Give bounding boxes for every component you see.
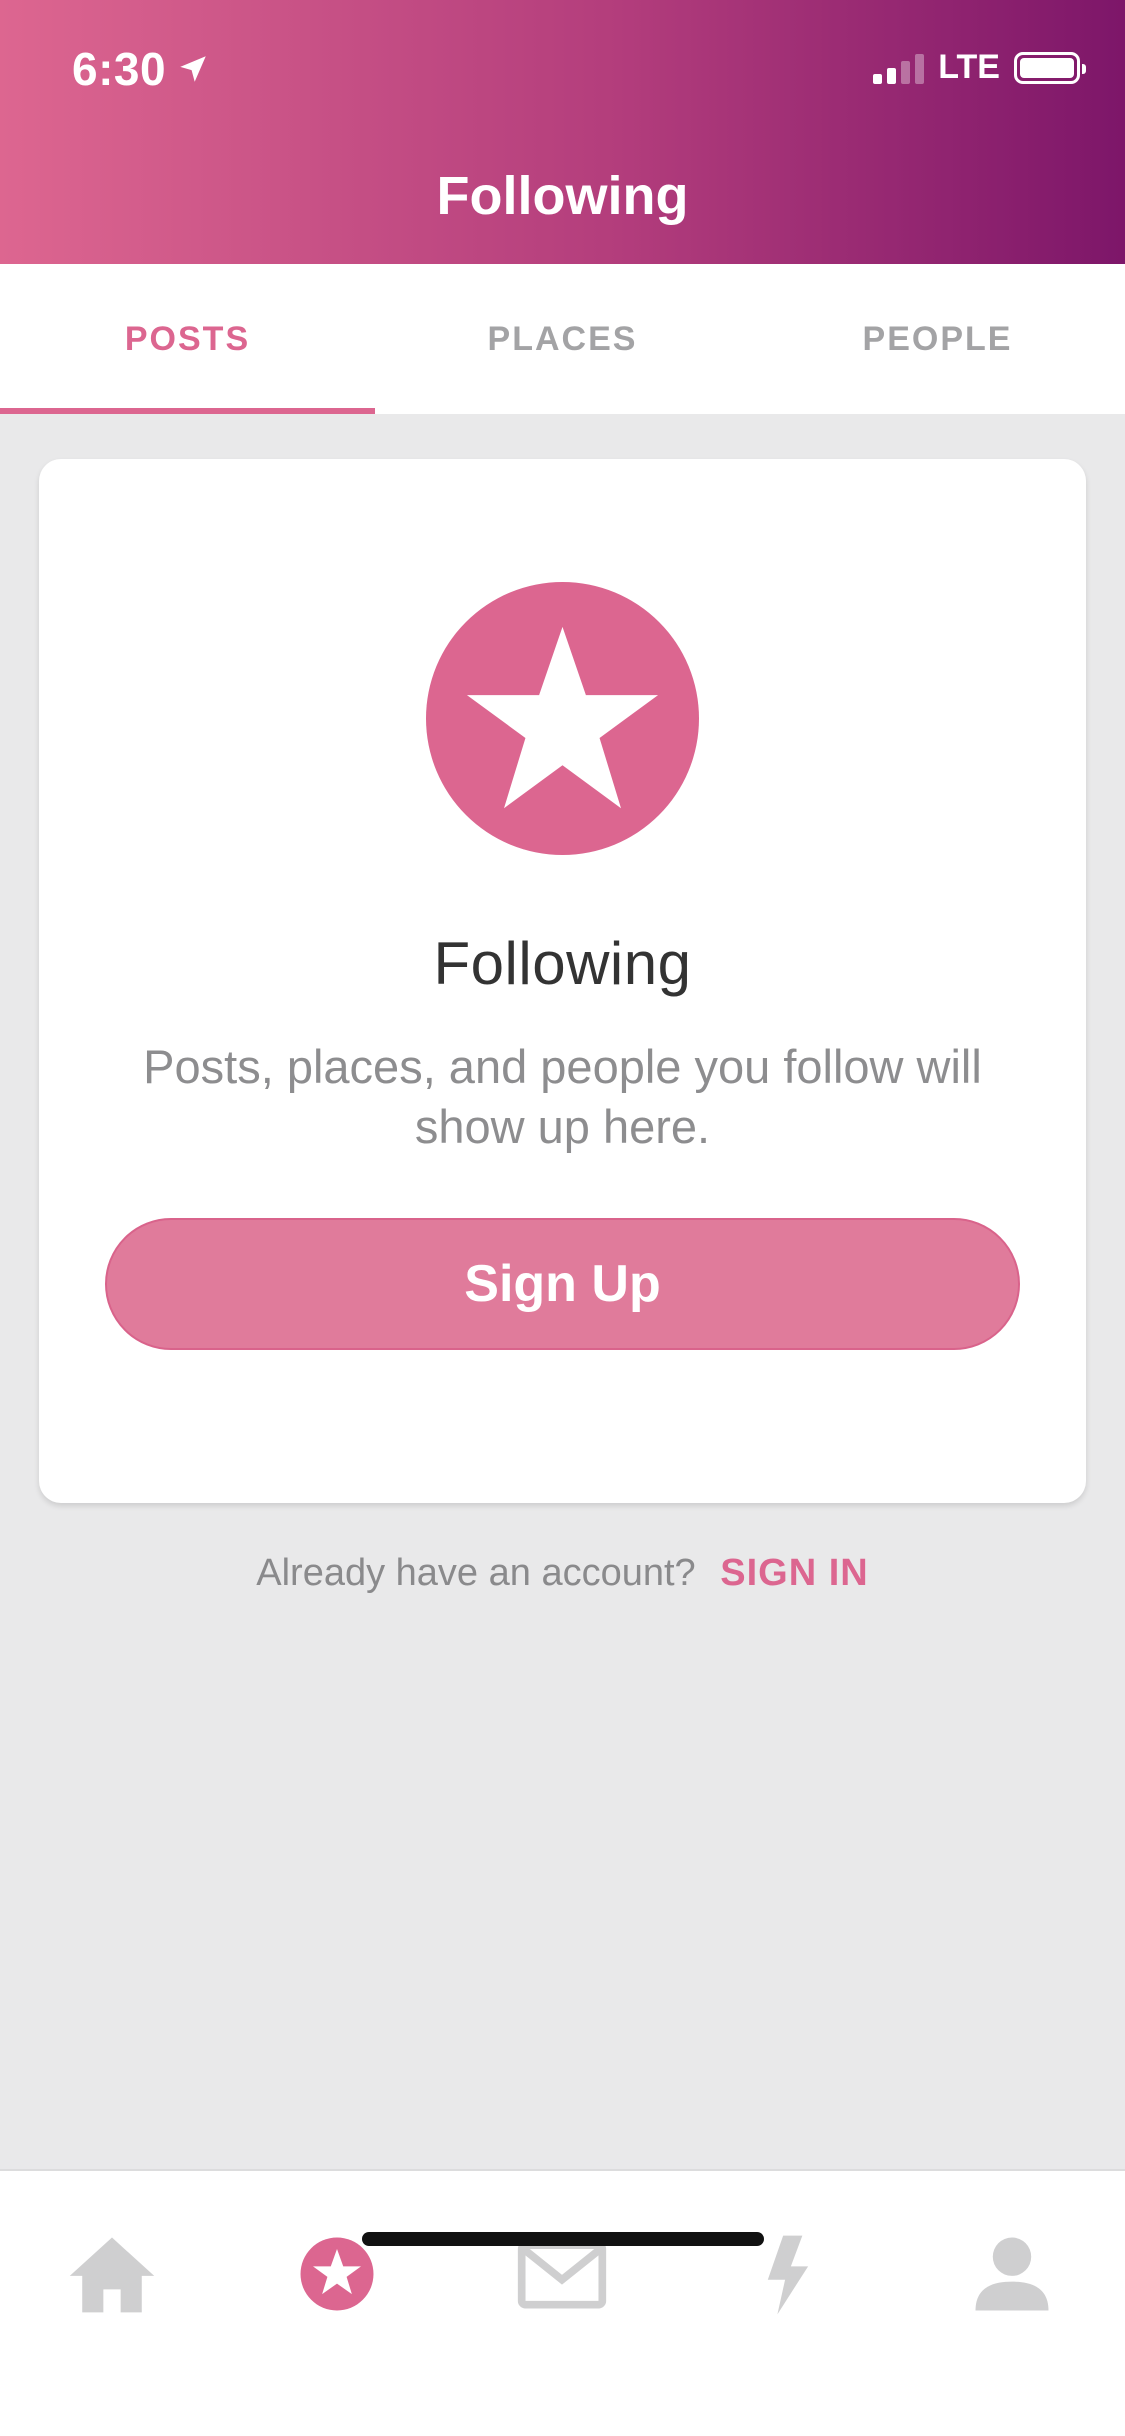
home-icon <box>69 2237 155 2313</box>
star-badge <box>426 582 699 855</box>
signal-icon <box>873 52 925 84</box>
empty-state-description: Posts, places, and people you follow wil… <box>143 1040 982 1153</box>
app-header: 6:30 LTE Following <box>0 0 1125 264</box>
status-time: 6:30 <box>72 42 210 96</box>
tab-posts[interactable]: POSTS <box>0 264 375 414</box>
tab-bar: POSTS PLACES PEOPLE <box>0 264 1125 414</box>
network-type: LTE <box>938 48 1000 86</box>
empty-state-card: Following Posts, places, and people you … <box>39 459 1086 1503</box>
home-indicator[interactable] <box>362 2232 764 2246</box>
status-indicators: LTE <box>873 48 1086 87</box>
empty-state-title: Following <box>433 930 692 997</box>
battery-icon <box>1014 51 1086 84</box>
location-arrow-icon <box>180 56 206 82</box>
sign-in-link[interactable]: SIGN IN <box>720 1552 868 1594</box>
sign-in-prompt: Already have an account? <box>256 1552 696 1594</box>
profile-icon <box>975 2237 1049 2311</box>
nav-profile[interactable] <box>957 2219 1067 2329</box>
page-title: Following <box>436 166 689 226</box>
following-screen: 6:30 LTE Following POSTS PLACES PEOPLE F… <box>0 0 1125 2436</box>
sign-up-button[interactable]: Sign Up <box>105 1218 1020 1350</box>
nav-home[interactable] <box>57 2219 167 2329</box>
status-time-text: 6:30 <box>72 43 167 95</box>
tab-places[interactable]: PLACES <box>375 264 750 414</box>
star-icon <box>466 626 659 809</box>
bottom-nav <box>0 2169 1125 2436</box>
sign-in-row: Already have an account? SIGN IN <box>0 1552 1125 1595</box>
tab-people[interactable]: PEOPLE <box>750 264 1125 414</box>
